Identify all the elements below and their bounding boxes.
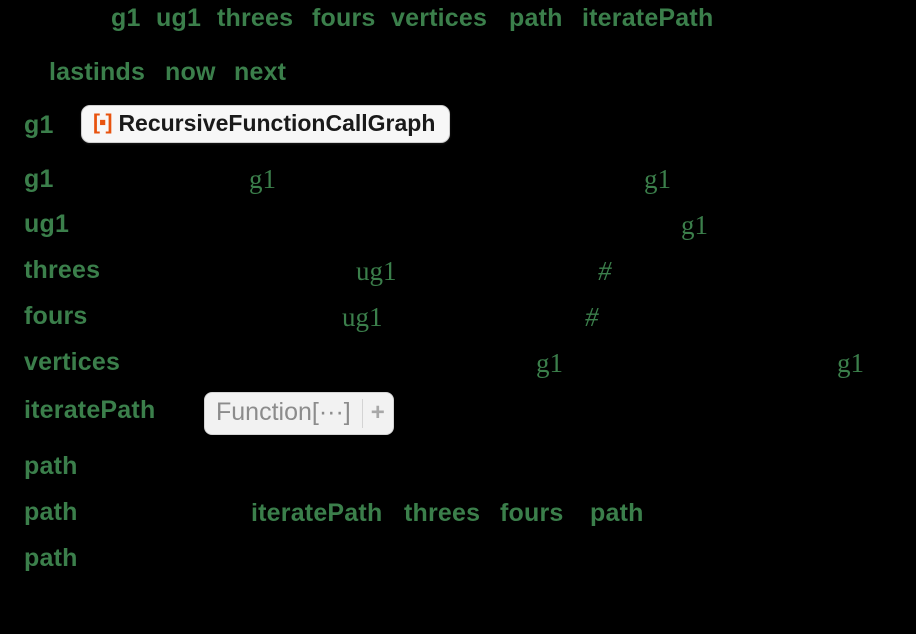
symbol-token[interactable]: path: [590, 501, 644, 526]
definition-label[interactable]: g1: [24, 113, 54, 138]
symbol-token[interactable]: path: [509, 6, 563, 31]
inline-symbol[interactable]: ug1: [356, 258, 397, 285]
symbol-token[interactable]: threes: [217, 6, 293, 31]
slot-symbol[interactable]: #: [585, 304, 599, 331]
collapsed-function-token[interactable]: Function[···] +: [204, 392, 394, 435]
symbol-token[interactable]: fours: [312, 6, 376, 31]
symbol-token[interactable]: g1: [111, 6, 141, 31]
collapsed-function-label: Function[···]: [216, 398, 351, 426]
inline-symbol[interactable]: g1: [249, 166, 276, 193]
resource-function-token[interactable]: [▪] RecursiveFunctionCallGraph: [81, 105, 451, 143]
code-cell: g1 ug1 threes fours vertices path iterat…: [0, 0, 916, 634]
definition-label[interactable]: fours: [24, 304, 88, 329]
definition-label[interactable]: g1: [24, 167, 54, 192]
symbol-token[interactable]: vertices: [391, 6, 487, 31]
inline-symbol[interactable]: g1: [644, 166, 671, 193]
definition-label[interactable]: ug1: [24, 212, 69, 237]
resource-function-label: RecursiveFunctionCallGraph: [118, 110, 436, 136]
definition-label[interactable]: path: [24, 546, 78, 571]
symbol-token[interactable]: now: [165, 60, 216, 85]
symbol-token[interactable]: fours: [500, 501, 564, 526]
symbol-token[interactable]: ug1: [156, 6, 201, 31]
definition-label[interactable]: path: [24, 500, 78, 525]
inline-symbol[interactable]: g1: [536, 350, 563, 377]
symbol-token[interactable]: iteratePath: [251, 501, 382, 526]
symbol-token[interactable]: next: [234, 60, 286, 85]
definition-label[interactable]: threes: [24, 258, 100, 283]
symbol-token[interactable]: threes: [404, 501, 480, 526]
inline-symbol[interactable]: ug1: [342, 304, 383, 331]
slot-symbol[interactable]: #: [598, 258, 612, 285]
definition-label[interactable]: path: [24, 454, 78, 479]
definition-label[interactable]: vertices: [24, 350, 120, 375]
symbol-token[interactable]: iteratePath: [582, 6, 713, 31]
expand-icon[interactable]: +: [363, 393, 393, 434]
inline-symbol[interactable]: g1: [681, 212, 708, 239]
symbol-token[interactable]: lastinds: [49, 60, 145, 85]
resource-function-icon: [▪]: [93, 111, 112, 134]
definition-label[interactable]: iteratePath: [24, 398, 155, 423]
inline-symbol[interactable]: g1: [837, 350, 864, 377]
